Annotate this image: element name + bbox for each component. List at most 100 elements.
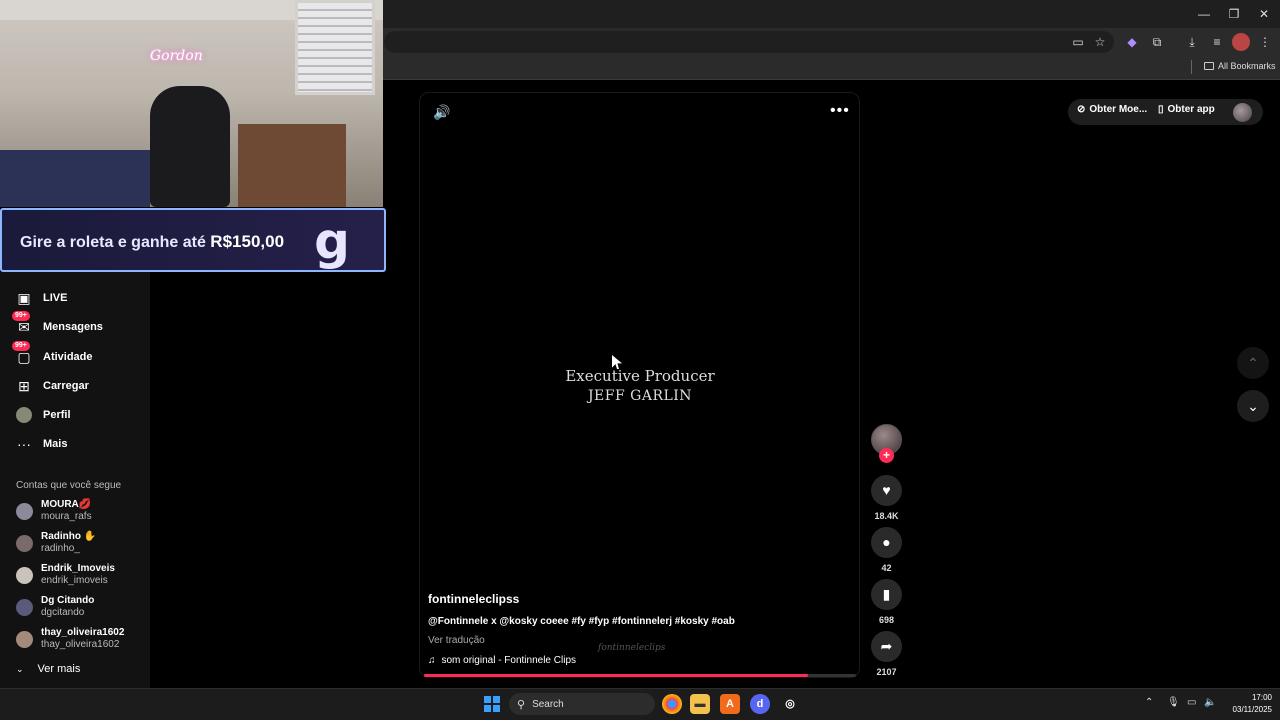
video-progress-bar[interactable]	[424, 674, 856, 677]
volume-tray-icon[interactable]: 🔈	[1204, 697, 1216, 708]
avatar	[16, 534, 33, 552]
following-name: thay_oliveira1602	[41, 627, 125, 638]
start-button[interactable]	[484, 696, 500, 712]
share-icon: ➦	[880, 638, 893, 654]
following-handle: radinho_	[41, 543, 80, 554]
video-credits: Executive Producer JEFF GARLIN	[540, 366, 740, 406]
comment-button[interactable]: ●	[871, 527, 902, 558]
message-icon: ✉ 99+	[12, 311, 32, 335]
credits-line-2: JEFF GARLIN	[587, 388, 693, 404]
extension-icon[interactable]: ◆	[1123, 33, 1141, 51]
share-button[interactable]: ➦	[871, 631, 902, 662]
webcam-overlay: Gordon	[0, 0, 383, 207]
sidebar-item-label: Mais	[43, 438, 68, 450]
file-explorer-icon[interactable]: ▬	[690, 694, 710, 714]
activity-icon: ▢ 99+	[12, 341, 32, 365]
following-handle: moura_rafs	[41, 511, 92, 522]
obs-icon[interactable]: ◎	[780, 694, 800, 714]
neon-sign: Gordon	[150, 48, 203, 64]
following-item[interactable]: Dg Citando dgcitando	[16, 594, 94, 620]
like-button[interactable]: ♥	[871, 475, 902, 506]
see-more-button[interactable]: ⌄ Ver mais	[16, 663, 80, 675]
all-bookmarks-label: All Bookmarks	[1218, 61, 1276, 71]
all-bookmarks-button[interactable]: All Bookmarks	[1204, 61, 1276, 71]
download-icon[interactable]: ⤓	[1183, 33, 1201, 51]
restore-button[interactable]: ❐	[1224, 4, 1244, 24]
bookmarks-separator	[1191, 60, 1192, 74]
banner-logo: g	[314, 212, 350, 270]
media-controls-icon[interactable]: ≡	[1208, 33, 1226, 51]
save-count: 698	[878, 615, 895, 625]
phone-icon: ▯	[1158, 104, 1164, 115]
address-bar[interactable]	[384, 31, 1114, 53]
app-icon[interactable]: A	[720, 694, 740, 714]
video-author[interactable]: fontinneleclipss	[428, 592, 519, 606]
sidebar-item-live[interactable]: ▣ LIVE	[16, 287, 67, 309]
discord-icon[interactable]: d	[750, 694, 770, 714]
chevron-down-icon: ⌄	[1247, 398, 1259, 414]
install-app-icon[interactable]: ▭	[1069, 33, 1087, 51]
volume-icon[interactable]: 🔊	[433, 104, 451, 122]
sidebar-item-activity[interactable]: ▢ 99+ Atividade	[12, 341, 93, 368]
sidebar-item-label: LIVE	[43, 292, 68, 304]
banner-prefix: Gire a roleta e ganhe até	[20, 234, 211, 251]
save-button[interactable]: ▮	[871, 579, 902, 610]
coin-icon: ⊘	[1077, 104, 1086, 115]
menu-kebab-icon[interactable]: ⋮	[1256, 33, 1274, 51]
next-video-button[interactable]: ⌄	[1237, 390, 1269, 422]
profile-icon[interactable]	[1232, 33, 1250, 51]
following-title: Contas que você segue	[16, 480, 122, 491]
get-app-button[interactable]: ▯ Obter app	[1158, 104, 1215, 115]
sidebar-item-more[interactable]: ··· Mais	[16, 433, 67, 455]
previous-video-button[interactable]: ⌃	[1237, 347, 1269, 379]
search-icon: ⚲	[517, 698, 526, 711]
more-options-icon[interactable]: •••	[830, 102, 850, 122]
get-coins-button[interactable]: ⊘ Obter Moe...	[1077, 104, 1147, 115]
get-coins-label: Obter Moe...	[1089, 104, 1148, 115]
sidebar-item-upload[interactable]: ⊞ Carregar	[16, 375, 89, 397]
minimize-button[interactable]: —	[1194, 4, 1214, 24]
sidebar-item-profile[interactable]: Perfil	[16, 404, 71, 426]
see-more-label: Ver mais	[37, 663, 81, 675]
clock-date: 03/11/2025	[1232, 705, 1272, 714]
user-avatar[interactable]	[1233, 103, 1252, 122]
sidebar-item-label: Atividade	[43, 351, 93, 363]
tray-overflow-icon[interactable]: ⌃	[1145, 697, 1153, 708]
sidebar-item-label: Mensagens	[43, 321, 103, 333]
avatar	[16, 502, 33, 520]
microphone-icon[interactable]: 🎙	[1167, 697, 1180, 708]
translate-link[interactable]: Ver tradução	[428, 635, 485, 646]
chrome-icon[interactable]	[662, 694, 682, 714]
comment-icon: ●	[882, 534, 891, 550]
window-blinds	[295, 0, 375, 95]
sidebar-item-messages[interactable]: ✉ 99+ Mensagens	[12, 311, 103, 338]
system-clock[interactable]: 17:00 03/11/2025	[1222, 692, 1272, 716]
avatar	[16, 598, 33, 616]
sidebar-item-label: Carregar	[43, 380, 89, 392]
following-item[interactable]: Endrik_Imoveis endrik_imoveis	[16, 562, 115, 588]
sound-link[interactable]: ♫ som original - Fontinnele Clips	[428, 655, 576, 666]
taskbar-search[interactable]: ⚲ Search	[509, 693, 655, 715]
network-icon[interactable]: ▭	[1187, 697, 1196, 708]
following-item[interactable]: thay_oliveira1602 thay_oliveira1602	[16, 626, 124, 652]
live-tv-icon: ▣	[17, 289, 31, 306]
desk	[238, 124, 346, 207]
chevron-up-icon: ⌃	[1247, 355, 1259, 371]
bed	[0, 150, 150, 207]
follow-plus-icon[interactable]: +	[879, 448, 894, 463]
music-note-icon: ♫	[428, 655, 436, 666]
video-caption: @Fontinnele x @kosky coeee #fy #fyp #fon…	[428, 616, 735, 627]
comment-count: 42	[881, 563, 892, 573]
close-button[interactable]: ✕	[1254, 4, 1274, 24]
more-dots-icon: ···	[17, 436, 31, 452]
bookmark-star-icon[interactable]: ☆	[1091, 33, 1109, 51]
following-name: Dg Citando	[41, 595, 95, 606]
promo-banner: Gire a roleta e ganhe até R$150,00 g	[0, 208, 386, 272]
following-name: MOURA💋	[41, 499, 92, 510]
extensions-puzzle-icon[interactable]: ⧉	[1148, 33, 1166, 51]
following-item[interactable]: MOURA💋 moura_rafs	[16, 498, 92, 524]
following-name: Endrik_Imoveis	[41, 563, 115, 574]
messages-badge: 99+	[12, 311, 30, 321]
following-item[interactable]: Radinho ✋ radinho_	[16, 530, 96, 556]
bookmark-icon: ▮	[882, 586, 891, 602]
